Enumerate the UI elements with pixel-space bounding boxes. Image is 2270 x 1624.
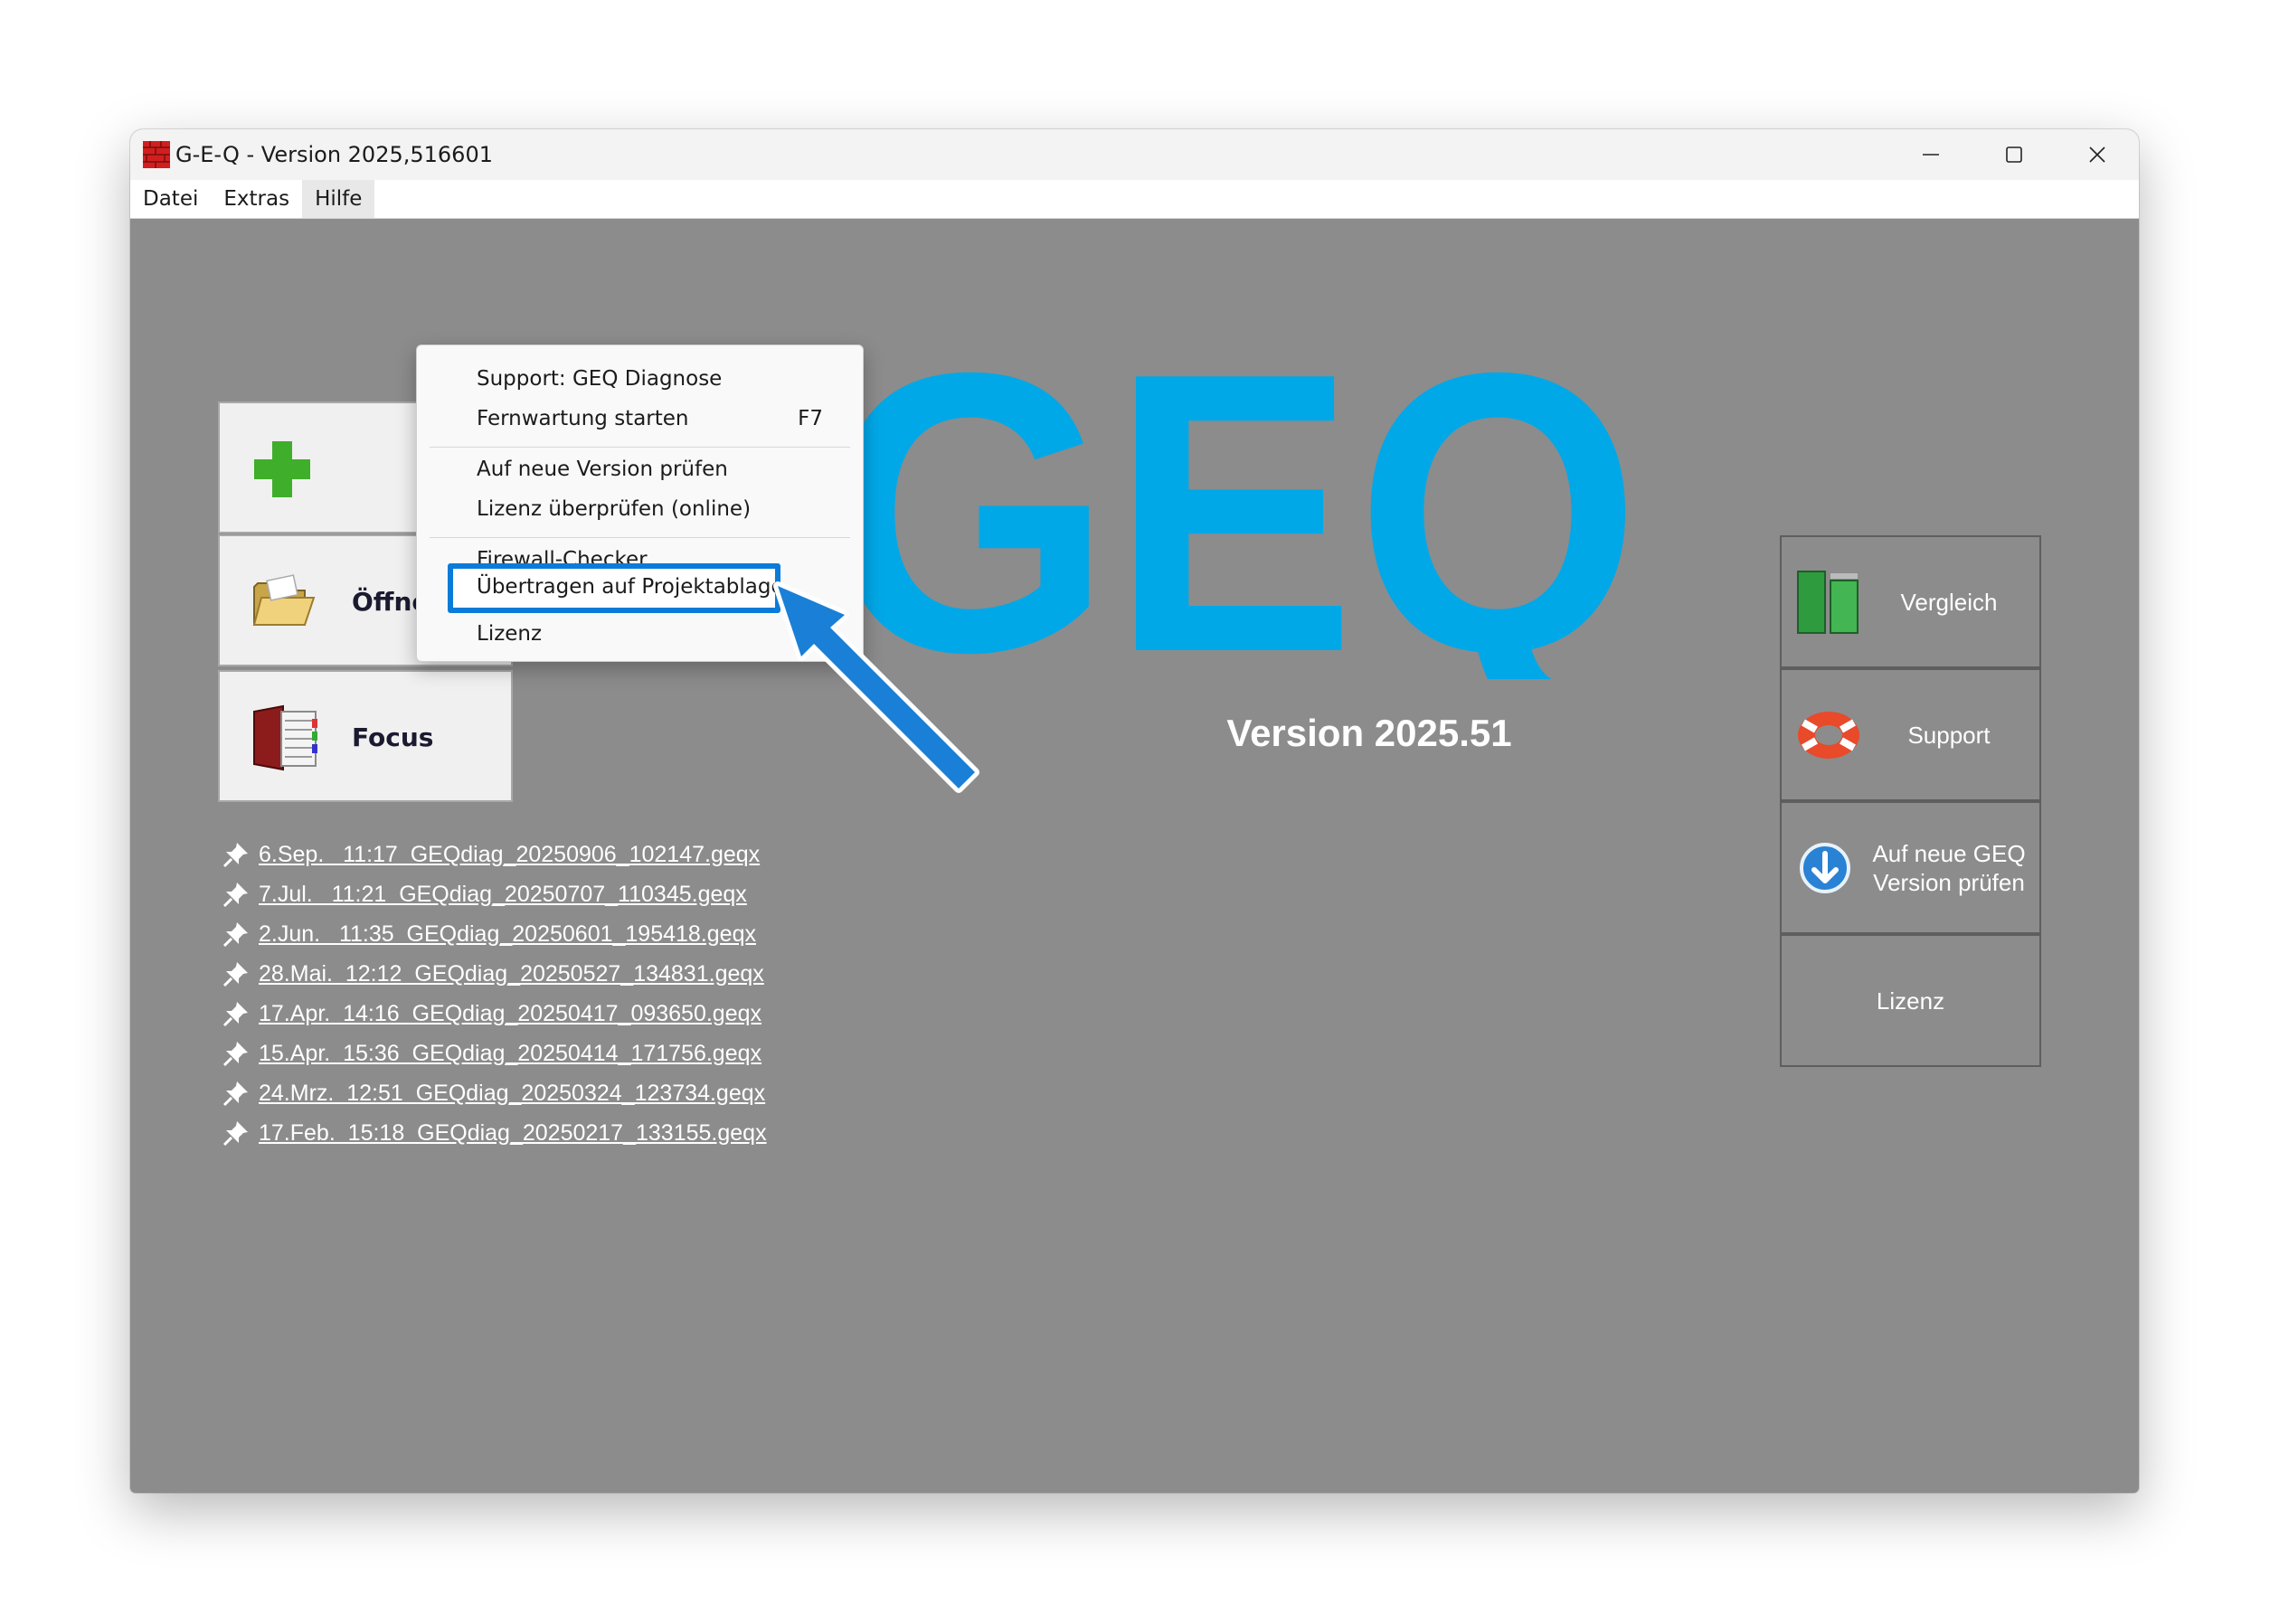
menu-separator — [430, 537, 850, 538]
focus-button-label: Focus — [352, 722, 434, 752]
list-item: 17.Feb. 15:18 GEQdiag_20250217_133155.ge… — [221, 1113, 767, 1153]
pin-icon[interactable] — [221, 1078, 251, 1109]
close-button[interactable] — [2056, 129, 2139, 180]
app-window: G-E-Q - Version 2025,516601 Datei Extras — [130, 129, 2139, 1493]
list-item: 24.Mrz. 12:51 GEQdiag_20250324_123734.ge… — [221, 1073, 767, 1113]
lifebuoy-icon — [1798, 712, 1859, 759]
license-button-label: Lizenz — [1876, 987, 1945, 1015]
support-button[interactable]: Support — [1780, 668, 2041, 801]
recent-file-link[interactable]: 28.Mai. 12:12 GEQdiag_20250527_134831.ge… — [259, 961, 764, 987]
recent-file-link[interactable]: 6.Sep. 11:17 GEQdiag_20250906_102147.geq… — [259, 842, 760, 868]
license-button[interactable]: Lizenz — [1780, 934, 2041, 1067]
recent-file-link[interactable]: 2.Jun. 11:35 GEQdiag_20250601_195418.geq… — [259, 921, 756, 948]
annotation-arrow — [773, 581, 979, 793]
menu-item-license[interactable]: Lizenz — [477, 622, 542, 646]
menu-hilfe[interactable]: Hilfe — [302, 180, 375, 218]
pin-icon[interactable] — [221, 1038, 251, 1069]
app-icon — [143, 141, 170, 168]
recent-files-list: 6.Sep. 11:17 GEQdiag_20250906_102147.geq… — [221, 835, 767, 1153]
menu-separator — [430, 447, 850, 448]
download-arrow-icon — [1800, 843, 1850, 893]
check-update-button-label: Auf neue GEQ Version prüfen — [1872, 839, 2026, 896]
compare-button-label: Vergleich — [1900, 588, 1998, 616]
maximize-button[interactable] — [1972, 129, 2056, 180]
pin-icon[interactable] — [221, 839, 251, 870]
pin-icon[interactable] — [221, 998, 251, 1029]
recent-file-link[interactable]: 15.Apr. 15:36 GEQdiag_20250414_171756.ge… — [259, 1041, 761, 1067]
binder-icon — [253, 704, 317, 771]
shortcut-label: F7 — [798, 407, 823, 430]
menu-bar: Datei Extras Hilfe — [130, 180, 2139, 219]
check-update-button[interactable]: Auf neue GEQ Version prüfen — [1780, 801, 2041, 934]
pin-icon[interactable] — [221, 919, 251, 949]
minimize-button[interactable] — [1889, 129, 1972, 180]
menu-item-support-diagnose[interactable]: Support: GEQ Diagnose — [477, 367, 722, 391]
close-icon — [2089, 146, 2105, 163]
focus-button[interactable]: Focus — [218, 670, 513, 802]
pin-icon[interactable] — [221, 879, 251, 910]
list-item: 2.Jun. 11:35 GEQdiag_20250601_195418.geq… — [221, 914, 767, 954]
menu-item-check-license-online[interactable]: Lizenz überprüfen (online) — [477, 497, 751, 521]
recent-file-link[interactable]: 7.Jul. 11:21 GEQdiag_20250707_110345.geq… — [259, 882, 747, 908]
title-bar[interactable]: G-E-Q - Version 2025,516601 — [130, 129, 2139, 180]
support-button-label: Support — [1907, 721, 1991, 749]
plus-icon — [254, 441, 310, 497]
recent-file-link[interactable]: 24.Mrz. 12:51 GEQdiag_20250324_123734.ge… — [259, 1081, 765, 1107]
menu-extras[interactable]: Extras — [211, 180, 302, 218]
folder-icon — [252, 574, 316, 626]
maximize-icon — [2006, 146, 2022, 163]
list-item: 17.Apr. 14:16 GEQdiag_20250417_093650.ge… — [221, 994, 767, 1034]
recent-file-link[interactable]: 17.Apr. 14:16 GEQdiag_20250417_093650.ge… — [259, 1001, 761, 1027]
menu-datei[interactable]: Datei — [130, 180, 211, 218]
list-item: 15.Apr. 15:36 GEQdiag_20250414_171756.ge… — [221, 1034, 767, 1073]
version-label: Version 2025.51 — [1226, 712, 1512, 754]
menu-item-check-version[interactable]: Auf neue Version prüfen — [477, 458, 728, 481]
window-title: G-E-Q - Version 2025,516601 — [175, 142, 493, 167]
minimize-icon — [1923, 154, 1939, 156]
compare-button[interactable]: Vergleich — [1780, 535, 2041, 668]
list-item: 7.Jul. 11:21 GEQdiag_20250707_110345.geq… — [221, 874, 767, 914]
pin-icon[interactable] — [221, 958, 251, 989]
list-item: 28.Mai. 12:12 GEQdiag_20250527_134831.ge… — [221, 954, 767, 994]
menu-item-transfer-project-storage[interactable]: Übertragen auf Projektablage — [477, 575, 784, 599]
pin-icon[interactable] — [221, 1118, 251, 1148]
menu-item-remote-maintenance[interactable]: Fernwartung starten — [477, 407, 689, 430]
recent-file-link[interactable]: 17.Feb. 15:18 GEQdiag_20250217_133155.ge… — [259, 1120, 767, 1147]
list-item: 6.Sep. 11:17 GEQdiag_20250906_102147.geq… — [221, 835, 767, 874]
compare-icon — [1797, 571, 1859, 634]
